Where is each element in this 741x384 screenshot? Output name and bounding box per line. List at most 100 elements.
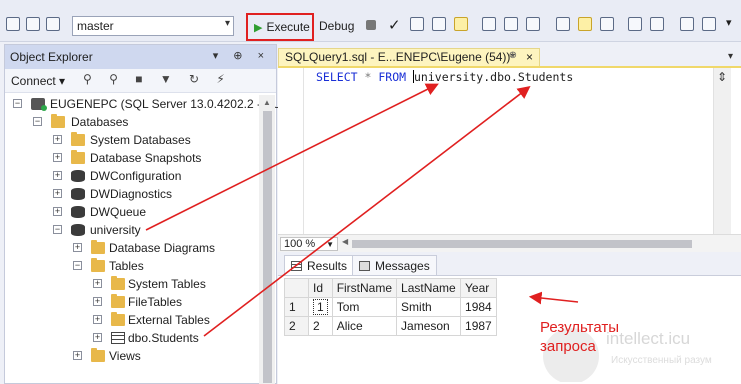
filter-refresh-icons[interactable]: ⚲ ⚲ ■ ▼ ↻ ⚡ — [83, 72, 232, 86]
table-cell[interactable]: Alice — [331, 316, 398, 336]
results-to-icon[interactable] — [432, 17, 446, 31]
object-tree: − EUGENEPC (SQL Server 13.0.4202.2 - EU … — [5, 95, 281, 384]
tab-sqlquery1[interactable]: SQLQuery1.sql - E...ENEPC\Eugene (54))* … — [278, 48, 540, 66]
expand-icon[interactable]: + — [53, 171, 62, 180]
close-icon[interactable]: × — [526, 50, 533, 64]
database-icon — [71, 224, 85, 236]
database-select[interactable]: master ▾ — [72, 16, 234, 36]
sql-code-line[interactable]: SELECT * FROM university.dbo.Students — [316, 70, 573, 84]
table-cell[interactable]: Smith — [396, 297, 462, 317]
comment-icon[interactable] — [628, 17, 642, 31]
grid-icon — [291, 261, 302, 271]
results-file-icon[interactable] — [600, 17, 614, 31]
panel-pin-icon[interactable]: ▾ ⊕ × — [213, 49, 270, 62]
table-cell[interactable]: 2 — [308, 316, 333, 336]
stats-icon[interactable] — [526, 17, 540, 31]
tab-results[interactable]: Results — [284, 255, 355, 275]
zoom-select[interactable]: 100 % ▼ — [280, 237, 338, 251]
column-header[interactable]: LastName — [396, 278, 462, 298]
column-header[interactable]: Id — [308, 278, 333, 298]
debug-label: Debug — [319, 19, 355, 33]
query-options-icon[interactable] — [482, 17, 496, 31]
expand-icon[interactable]: + — [73, 351, 82, 360]
connect-button[interactable]: Connect ▾ — [11, 74, 65, 88]
expand-icon[interactable]: + — [73, 243, 82, 252]
connect-icon[interactable] — [26, 17, 40, 31]
expand-icon[interactable]: + — [53, 189, 62, 198]
tab-dropdown-icon[interactable]: ▾ — [728, 51, 733, 62]
collapse-icon[interactable]: − — [13, 99, 22, 108]
grid-icon[interactable] — [454, 17, 468, 31]
uncomment-icon[interactable] — [650, 17, 664, 31]
scroll-left-icon[interactable]: ◀ — [342, 237, 348, 246]
row-number[interactable]: 2 — [284, 316, 309, 336]
sql-keyword-select: SELECT — [316, 70, 358, 84]
table-cell[interactable]: 1984 — [460, 297, 497, 317]
scroll-thumb[interactable] — [352, 240, 692, 248]
tab-messages-label: Messages — [375, 259, 430, 273]
folder-icon — [91, 240, 105, 254]
connect-label: Connect — [11, 74, 56, 88]
table-cell[interactable]: 1 — [308, 297, 333, 317]
folder-icon — [111, 312, 125, 326]
query-editor[interactable]: SELECT * FROM university.dbo.Students ⇕ — [278, 66, 741, 234]
tree-label: Database Snapshots — [90, 151, 202, 165]
chevron-down-icon: ▾ — [224, 18, 230, 29]
indent-icon[interactable] — [702, 17, 716, 31]
table-cell[interactable]: Tom — [331, 297, 398, 317]
expand-icon[interactable]: + — [93, 279, 102, 288]
expand-icon[interactable]: + — [93, 297, 102, 306]
results-grid[interactable]: Id FirstName LastName Year 1 1 Tom Smith… — [284, 278, 497, 336]
folder-icon — [71, 150, 85, 164]
object-explorer-toolbar: Connect ▾ ⚲ ⚲ ■ ▼ ↻ ⚡ — [5, 69, 276, 93]
split-icon[interactable]: ⇕ — [717, 70, 727, 84]
table-row[interactable]: 1 1 Tom Smith 1984 — [284, 297, 497, 317]
scroll-thumb[interactable] — [263, 111, 272, 383]
editor-scrollbar[interactable]: ⇕ — [713, 68, 731, 234]
database-icon — [71, 188, 85, 200]
expand-icon[interactable]: + — [53, 153, 62, 162]
table-cell[interactable]: Jameson — [396, 316, 462, 336]
object-explorer-title: Object Explorer — [10, 50, 93, 64]
pin-icon[interactable]: ⊕ — [509, 50, 517, 61]
sql-keyword-from: FROM — [378, 70, 407, 84]
table-row[interactable]: 2 2 Alice Jameson 1987 — [284, 316, 497, 336]
collapse-icon[interactable]: − — [73, 261, 82, 270]
column-header[interactable]: Year — [460, 278, 497, 298]
plan-icon[interactable] — [504, 17, 518, 31]
database-select-value: master — [77, 19, 114, 33]
folder-icon — [111, 294, 125, 308]
folder-icon — [91, 258, 105, 272]
column-header[interactable]: FirstName — [331, 278, 398, 298]
parse-icon[interactable] — [410, 17, 424, 31]
tab-messages[interactable]: Messages — [352, 255, 437, 275]
expand-icon[interactable]: + — [53, 207, 62, 216]
results-text-icon[interactable] — [556, 17, 570, 31]
tree-label: DWDiagnostics — [90, 187, 173, 201]
collapse-icon[interactable]: − — [53, 225, 62, 234]
toolbar-icon[interactable] — [6, 17, 20, 31]
row-number[interactable]: 1 — [284, 297, 309, 317]
expand-icon[interactable]: + — [53, 135, 62, 144]
collapse-icon[interactable]: − — [33, 117, 42, 126]
tree-label: FileTables — [128, 295, 183, 309]
expand-icon[interactable]: + — [93, 315, 102, 324]
server-label: EUGENEPC (SQL Server 13.0.4202.2 - EU — [50, 97, 281, 111]
execute-button[interactable]: ▶ Execute — [246, 13, 314, 41]
results-header-row: Id FirstName LastName Year — [284, 278, 497, 298]
outdent-icon[interactable] — [680, 17, 694, 31]
folder-icon — [51, 114, 65, 128]
object-explorer-scrollbar[interactable]: ▲ — [259, 95, 275, 384]
scroll-up-icon[interactable]: ▲ — [263, 98, 271, 107]
debug-button[interactable]: Debug — [319, 19, 354, 33]
tree-label: Database Diagrams — [109, 241, 216, 255]
results-grid-icon[interactable] — [578, 17, 592, 31]
table-cell[interactable]: 1987 — [460, 316, 497, 336]
chevron-down-icon: ▼ — [326, 240, 334, 249]
expand-icon[interactable]: + — [93, 333, 102, 342]
stop-icon[interactable] — [366, 20, 376, 30]
toolbar-overflow-icon[interactable]: ▾ — [726, 16, 732, 29]
check-icon[interactable]: ✓ — [388, 16, 401, 34]
editor-hscrollbar[interactable]: ◀ — [342, 237, 712, 250]
plug-icon[interactable] — [46, 17, 60, 31]
